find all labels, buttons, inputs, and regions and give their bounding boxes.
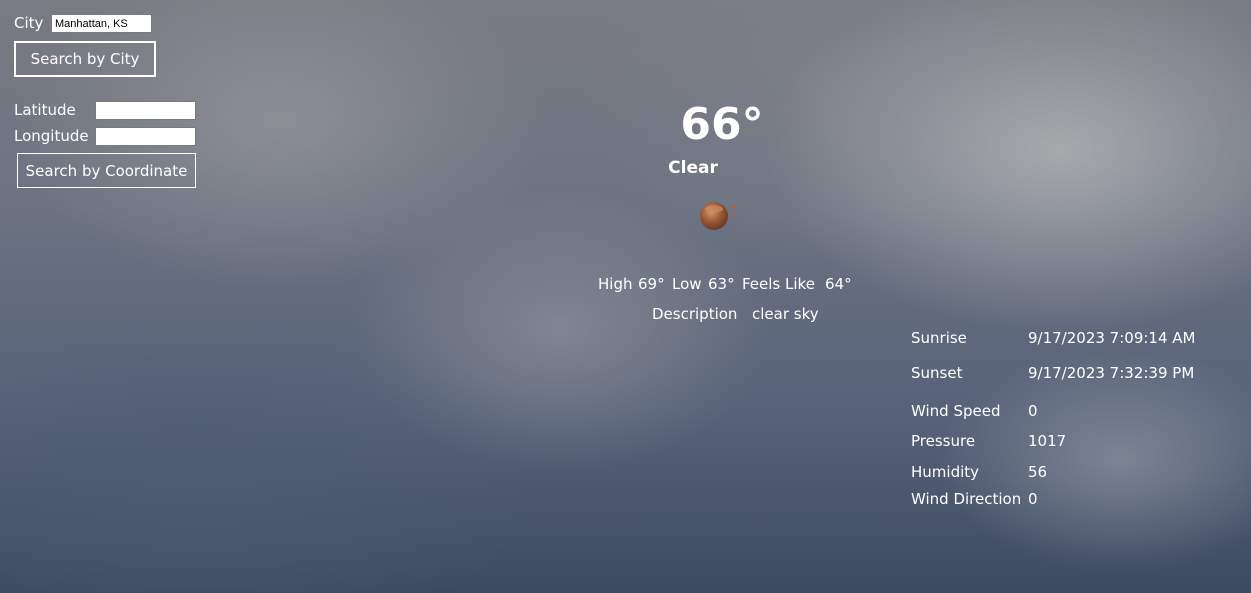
sunset-value: 9/17/2023 7:32:39 PM: [1028, 364, 1195, 382]
sunrise-label: Sunrise: [911, 329, 967, 347]
search-by-city-button[interactable]: Search by City: [14, 41, 156, 77]
sunset-label: Sunset: [911, 364, 963, 382]
wind-direction-value: 0: [1028, 490, 1038, 508]
low-value: 63°: [708, 275, 735, 293]
wind-direction-label: Wind Direction: [911, 490, 1022, 508]
latitude-input[interactable]: [95, 101, 196, 120]
longitude-label: Longitude: [14, 127, 89, 145]
sunrise-value: 9/17/2023 7:09:14 AM: [1028, 329, 1196, 347]
wind-speed-label: Wind Speed: [911, 402, 1001, 420]
pressure-value: 1017: [1028, 432, 1067, 450]
temperature: 66°: [680, 99, 764, 150]
high-value: 69°: [638, 275, 665, 293]
description-label: Description: [652, 305, 738, 323]
humidity-value: 56: [1028, 463, 1048, 481]
pressure-label: Pressure: [911, 432, 976, 450]
search-by-coordinate-button[interactable]: Search by Coordinate: [17, 153, 196, 188]
description-value: clear sky: [752, 305, 819, 323]
low-label: Low: [672, 275, 702, 293]
humidity-label: Humidity: [911, 463, 980, 481]
feels-like-label: Feels Like: [742, 275, 815, 293]
city-input[interactable]: [51, 14, 152, 33]
city-label: City: [14, 14, 44, 32]
clear-weather-icon: [700, 202, 737, 230]
latitude-label: Latitude: [14, 101, 76, 119]
condition-label: Clear: [668, 158, 718, 178]
high-label: High: [598, 275, 633, 293]
longitude-input[interactable]: [95, 127, 196, 146]
wind-speed-value: 0: [1028, 402, 1038, 420]
details-panel: Sunrise 9/17/2023 7:09:14 AM Sunset 9/17…: [911, 329, 1241, 514]
feels-like-value: 64°: [825, 275, 852, 293]
